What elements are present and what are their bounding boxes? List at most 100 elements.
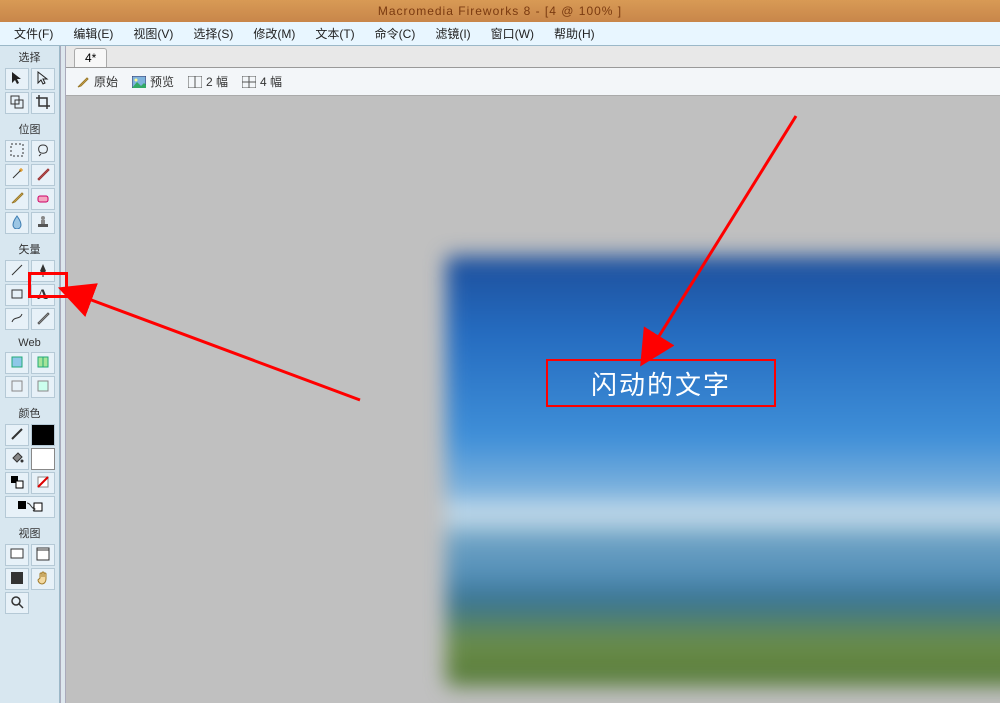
menu-text[interactable]: 文本(T) [305,23,364,44]
toolbox-section-vector: 矢量 [0,238,59,258]
knife-icon [36,311,50,328]
toolbox-section-select: 选择 [0,46,59,66]
no-color[interactable] [31,472,55,494]
canvas[interactable]: 闪动的文字 [66,96,1000,703]
slice-tool[interactable] [31,352,55,374]
hotspot-icon [10,355,24,372]
show-slices-icon [36,379,50,396]
subselect-tool[interactable] [31,68,55,90]
knife-tool[interactable] [31,308,55,330]
hide-slices-icon [10,379,24,396]
rubber-stamp-tool[interactable] [31,212,55,234]
line-tool[interactable] [5,260,29,282]
zoom-tool[interactable] [5,592,29,614]
pen-icon [36,263,50,280]
canvas-text-content: 闪动的文字 [591,365,731,402]
scale-icon [10,95,24,112]
menu-file[interactable]: 文件(F) [4,23,63,44]
default-colors[interactable] [5,472,29,494]
menu-commands[interactable]: 命令(C) [365,23,426,44]
canvas-background-image [446,256,1000,686]
lasso-tool[interactable] [31,140,55,162]
magic-wand-tool[interactable] [5,164,29,186]
zoom-icon [10,595,24,612]
screen-full-menu-icon [36,547,50,564]
view-tab-4up[interactable]: 4 幅 [242,73,282,90]
menu-edit[interactable]: 编辑(E) [63,23,123,44]
menu-bar: 文件(F) 编辑(E) 视图(V) 选择(S) 修改(M) 文本(T) 命令(C… [0,22,1000,46]
scale-tool[interactable] [5,92,29,114]
crop-icon [36,95,50,112]
freeform-tool[interactable] [5,308,29,330]
subselect-icon [37,71,49,88]
menu-filters[interactable]: 滤镜(I) [425,23,480,44]
toolbox: 选择 位图 [0,46,60,703]
menu-view[interactable]: 视图(V) [123,23,183,44]
screen-full-icon [10,571,24,588]
brush-tool[interactable] [31,164,55,186]
view-tab-label: 预览 [150,73,174,90]
swap-colors[interactable] [5,496,55,518]
menu-help[interactable]: 帮助(H) [544,23,605,44]
canvas-text-object[interactable]: 闪动的文字 [546,359,776,407]
text-tool[interactable]: A [31,284,55,306]
window-title: Macromedia Fireworks 8 - [4 @ 100% ] [0,0,1000,22]
view-tab-bar: 原始 预览 2 幅 4 幅 [66,68,1000,96]
view-tab-original[interactable]: 原始 [76,73,118,90]
menu-select[interactable]: 选择(S) [183,23,243,44]
workspace: 选择 位图 [0,46,1000,703]
text-icon: A [37,287,48,304]
rectangle-tool[interactable] [5,284,29,306]
stamp-icon [36,215,50,232]
freeform-icon [10,311,24,328]
brush-icon [36,167,50,184]
default-colors-icon [10,475,24,492]
fill-swatch[interactable] [31,448,55,470]
pencil-tool[interactable] [5,188,29,210]
menu-modify[interactable]: 修改(M) [243,23,305,44]
view-tab-label: 2 幅 [206,73,228,90]
toolbox-section-colors: 颜色 [0,402,59,422]
line-icon [10,263,24,280]
no-color-icon [36,475,50,492]
hide-slices-tool[interactable] [5,376,29,398]
stroke-color[interactable] [5,424,29,446]
split2-icon [188,75,202,89]
pencil-stroke-icon [10,427,24,444]
rectangle-icon [10,287,24,304]
lasso-icon [36,143,50,160]
full-screen-menus-tool[interactable] [31,544,55,566]
menu-window[interactable]: 窗口(W) [481,23,544,44]
marquee-tool[interactable] [5,140,29,162]
view-tab-2up[interactable]: 2 幅 [188,73,228,90]
swap-colors-icon [16,499,44,516]
eraser-tool[interactable] [31,188,55,210]
hotspot-tool[interactable] [5,352,29,374]
view-tab-label: 4 幅 [260,73,282,90]
pen-tool[interactable] [31,260,55,282]
blur-tool[interactable] [5,212,29,234]
toolbox-section-web: Web [0,334,59,350]
pointer-tool[interactable] [5,68,29,90]
document-tab[interactable]: 4* [74,48,107,67]
full-screen-tool[interactable] [5,568,29,590]
bucket-icon [10,451,24,468]
toolbox-section-view: 视图 [0,522,59,542]
pencil-small-icon [76,75,90,89]
crop-tool[interactable] [31,92,55,114]
standard-screen-tool[interactable] [5,544,29,566]
show-slices-tool[interactable] [31,376,55,398]
hand-tool[interactable] [31,568,55,590]
magic-wand-icon [10,167,24,184]
document-tab-bar: 4* [66,46,1000,68]
fill-color[interactable] [5,448,29,470]
split4-icon [242,75,256,89]
toolbox-section-bitmap: 位图 [0,118,59,138]
stroke-swatch[interactable] [31,424,55,446]
pencil-icon [10,191,24,208]
blur-icon [10,215,24,232]
view-tab-preview[interactable]: 预览 [132,73,174,90]
eraser-icon [36,191,50,208]
image-small-icon [132,75,146,89]
marquee-icon [10,143,24,160]
